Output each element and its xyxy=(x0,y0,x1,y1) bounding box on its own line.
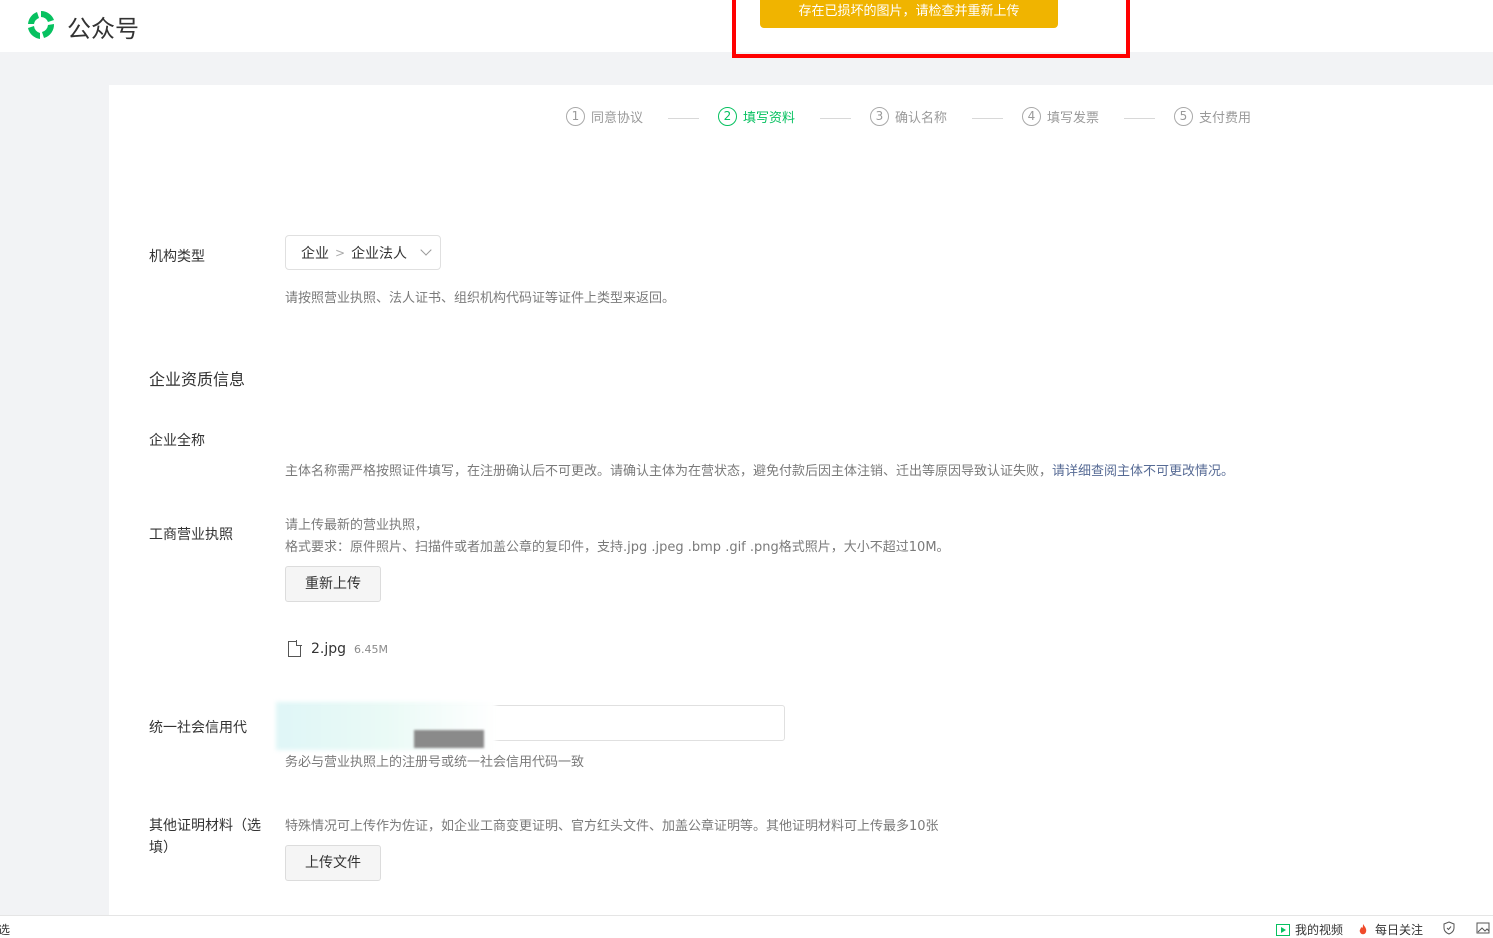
full-name-label: 企业全称 xyxy=(149,433,205,449)
main-card xyxy=(109,85,1493,915)
video-play-icon xyxy=(1276,923,1290,936)
step-number: 3 xyxy=(870,107,889,126)
org-type-hint: 请按照营业执照、法人证书、组织机构代码证等证件上类型来返回。 xyxy=(285,291,676,306)
org-type-primary: 企业 xyxy=(301,245,329,262)
step-number: 4 xyxy=(1022,107,1041,126)
step-3: 3 确认名称 xyxy=(870,107,947,126)
top-bar: 公众号 xyxy=(0,0,1493,52)
image-icon[interactable] xyxy=(1476,921,1490,935)
unchangeable-info-link[interactable]: 请详细查阅主体不可更改情况。 xyxy=(1052,464,1234,479)
uploaded-file[interactable]: 2.jpg 6.45M xyxy=(288,640,389,657)
reupload-button[interactable]: 重新上传 xyxy=(285,566,381,602)
section-title: 企业资质信息 xyxy=(149,370,246,389)
credit-code-label: 统一社会信用代 xyxy=(149,720,247,736)
step-2: 2 填写资料 xyxy=(718,107,795,126)
license-hint-line2: 格式要求：原件照片、扫描件或者加盖公章的复印件，支持.jpg .jpeg .bm… xyxy=(285,540,950,555)
browser-status-bar: 选 我的视频 每日关注 xyxy=(0,915,1493,938)
step-divider xyxy=(820,118,851,119)
org-type-label: 机构类型 xyxy=(149,249,205,265)
file-size: 6.45M xyxy=(354,642,389,656)
my-videos-button[interactable]: 我的视频 xyxy=(1276,921,1343,938)
daily-focus-label: 每日关注 xyxy=(1375,923,1424,937)
step-label: 支付费用 xyxy=(1199,111,1252,126)
wechat-logo-icon xyxy=(28,11,55,39)
step-number: 5 xyxy=(1174,107,1193,126)
step-4: 4 填写发票 xyxy=(1022,107,1099,126)
step-number: 2 xyxy=(718,107,737,126)
daily-focus-button[interactable]: 每日关注 xyxy=(1356,921,1423,938)
status-left-text: 选 xyxy=(0,923,11,937)
step-divider xyxy=(1124,118,1155,119)
license-hint-line1: 请上传最新的营业执照， xyxy=(285,518,429,533)
org-type-secondary: 企业法人 xyxy=(351,245,408,262)
step-label: 确认名称 xyxy=(895,111,948,126)
step-1: 1 同意协议 xyxy=(566,107,643,126)
error-toast: 存在已损坏的图片，请检查并重新上传 xyxy=(760,0,1058,28)
upload-file-button[interactable]: 上传文件 xyxy=(285,845,381,881)
full-name-hint-text: 主体名称需严格按照证件填写，在注册确认后不可更改。请确认主体为在营状态，避免付款… xyxy=(285,464,1053,479)
org-type-select[interactable]: 企业 > 企业法人 xyxy=(285,235,441,270)
step-divider xyxy=(668,118,699,119)
chevron-down-icon xyxy=(420,244,432,256)
step-label: 填写资料 xyxy=(743,111,796,126)
breadcrumb-chevron-icon: > xyxy=(335,245,346,260)
file-name: 2.jpg xyxy=(311,641,347,657)
shield-icon[interactable] xyxy=(1442,921,1456,935)
full-name-hint: 主体名称需严格按照证件填写，在注册确认后不可更改。请确认主体为在营状态，避免付款… xyxy=(285,460,1234,479)
license-label: 工商营业执照 xyxy=(149,527,233,543)
file-icon xyxy=(288,640,302,657)
other-materials-label: 其他证明材料（选填） xyxy=(149,818,261,856)
redaction-blur xyxy=(414,730,484,748)
step-label: 填写发票 xyxy=(1047,111,1100,126)
brand-title: 公众号 xyxy=(67,15,139,43)
credit-code-hint: 务必与营业执照上的注册号或统一社会信用代码一致 xyxy=(285,755,585,770)
step-divider xyxy=(972,118,1003,119)
step-number: 1 xyxy=(566,107,585,126)
my-videos-label: 我的视频 xyxy=(1295,923,1344,937)
step-5: 5 支付费用 xyxy=(1174,107,1251,126)
step-label: 同意协议 xyxy=(591,111,644,126)
flame-icon xyxy=(1359,923,1367,934)
other-materials-hint: 特殊情况可上传作为佐证，如企业工商变更证明、官方红头文件、加盖公章证明等。其他证… xyxy=(285,819,939,834)
